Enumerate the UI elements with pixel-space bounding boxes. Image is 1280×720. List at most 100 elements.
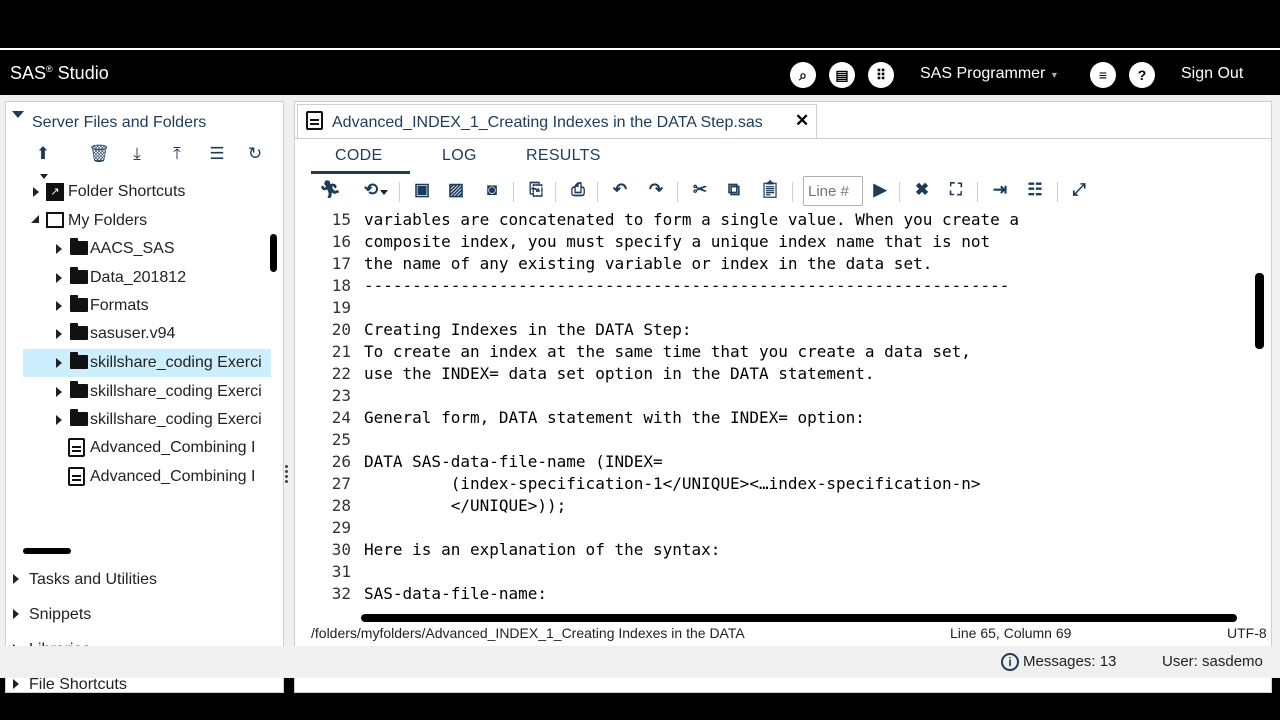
tree-node-file[interactable]: Advanced_Combining I — [6, 434, 271, 462]
expand-icon[interactable] — [56, 301, 62, 311]
line-number: 15 — [331, 210, 351, 229]
save-options-icon[interactable]: ◙ — [481, 180, 503, 202]
save-as-icon[interactable]: ▨ — [445, 180, 467, 202]
tab-log[interactable]: LOG — [442, 147, 477, 165]
toolbar-separator — [513, 182, 514, 202]
perspective-menu[interactable]: SAS Programmer ▼ — [920, 65, 1059, 83]
collapse-icon[interactable] — [31, 215, 39, 223]
tab-results[interactable]: RESULTS — [526, 147, 601, 165]
status-footer: i Messages: 13 User: sasdemo — [0, 646, 1280, 678]
tab-code[interactable]: CODE — [335, 147, 382, 165]
redo-icon[interactable]: ↷ — [645, 180, 667, 202]
expand-icon[interactable] — [56, 415, 62, 425]
tree-node-folder-selected[interactable]: skillshare_coding Exerci — [23, 349, 271, 377]
section-label: Snippets — [29, 606, 92, 623]
brand-name: SAS — [10, 63, 47, 83]
history-icon[interactable]: ⟲ — [359, 180, 393, 202]
tree-node-folder[interactable]: skillshare_coding Exerci — [6, 378, 271, 406]
save-icon[interactable]: ▣ — [411, 180, 433, 202]
folder-icon — [70, 267, 88, 284]
tree-node-file[interactable]: Advanced_Combining I — [6, 463, 271, 491]
tree-vertical-scrollbar[interactable] — [270, 234, 277, 272]
code-text: SAS-data-file-name: — [364, 584, 548, 603]
export-icon[interactable]: ⎘ — [525, 180, 547, 202]
format-code-icon[interactable]: ☷ — [1024, 180, 1046, 202]
tree-node-folder[interactable]: AACS_SAS — [6, 235, 271, 263]
program-tab[interactable]: Advanced_INDEX_1_Creating Indexes in the… — [297, 104, 817, 138]
go-to-line-icon[interactable]: ▶ — [869, 180, 891, 202]
code-text: ----------------------------------------… — [364, 276, 1010, 295]
open-icon[interactable]: ▤ — [829, 62, 855, 88]
line-number-input[interactable] — [803, 176, 863, 206]
tree-node-folder[interactable]: Data_201812 — [6, 264, 271, 292]
section-snippets[interactable]: Snippets — [13, 606, 91, 624]
maximize-icon[interactable]: ⤢ — [1068, 180, 1090, 202]
folder-icon — [70, 409, 88, 426]
cut-icon[interactable]: ✂ — [689, 180, 711, 202]
toolbar-separator — [1057, 182, 1058, 202]
code-editor[interactable]: 15 variables are concatenated to form a s… — [295, 210, 1255, 608]
delete-icon[interactable]: 🗑 — [88, 144, 110, 166]
search-icon[interactable]: ⌕ — [790, 62, 816, 88]
new-item-icon[interactable]: ⬆︎ — [32, 144, 54, 179]
toolbar-separator — [597, 182, 598, 202]
tree-horizontal-scrollbar[interactable] — [23, 548, 71, 554]
tree-node-label: Advanced_Combining I — [90, 468, 256, 485]
close-icon[interactable]: ✕ — [795, 111, 809, 131]
tree-node-my-folders[interactable]: My Folders — [6, 207, 271, 235]
insert-snippet-icon[interactable]: ⇥ — [989, 180, 1011, 202]
upload-icon[interactable]: ⤒ — [166, 144, 188, 166]
expand-icon[interactable] — [56, 329, 62, 339]
code-text: variables are concatenated to form a sin… — [364, 210, 1020, 229]
expand-icon[interactable] — [56, 358, 62, 368]
code-line: 27 (index-specification-1</UNIQUE><…inde… — [295, 474, 1255, 496]
refresh-icon[interactable]: ↻ — [244, 144, 266, 166]
expand-icon[interactable] — [56, 244, 62, 254]
expand-icon[interactable] — [56, 273, 62, 283]
collapse-icon — [12, 111, 24, 118]
chevron-down-icon — [380, 190, 389, 195]
sign-out-link[interactable]: Sign Out — [1181, 65, 1243, 83]
undo-icon[interactable]: ↶ — [609, 180, 631, 202]
code-line: 23 — [295, 386, 1255, 408]
expand-icon[interactable] — [56, 387, 62, 397]
code-line: 17 the name of any existing variable or i… — [295, 254, 1255, 276]
tab-divider — [295, 138, 1271, 139]
server-files-header[interactable]: Server Files and Folders — [6, 106, 283, 136]
run-icon[interactable]: 🏃︎ — [319, 180, 341, 202]
properties-icon[interactable]: ☰ — [206, 144, 228, 166]
tree-node-folder[interactable]: Formats — [6, 292, 271, 320]
copy-icon[interactable]: ⧉ — [723, 180, 745, 202]
code-text: To create an index at the same time that… — [364, 342, 971, 361]
line-number: 18 — [331, 276, 351, 295]
paste-icon[interactable]: 📋︎ — [759, 180, 781, 202]
line-number: 26 — [331, 452, 351, 471]
tree-node-label: skillshare_coding Exerci — [90, 354, 262, 371]
folder-icon — [70, 323, 88, 340]
editor-horizontal-scrollbar[interactable] — [361, 614, 1237, 622]
download-icon[interactable]: ⤓ — [126, 144, 148, 166]
line-number: 27 — [331, 474, 351, 493]
tree-node-label: My Folders — [68, 212, 148, 229]
tree-node-folder[interactable]: skillshare_coding Exerci — [6, 406, 271, 434]
menu-icon[interactable]: ≡ — [1090, 62, 1116, 88]
toolbar-separator — [899, 182, 900, 202]
messages-count[interactable]: Messages: 13 — [1023, 653, 1116, 670]
code-line: 25 — [295, 430, 1255, 452]
pane-splitter[interactable] — [285, 465, 289, 487]
section-tasks-and-utilities[interactable]: Tasks and Utilities — [13, 571, 157, 589]
tree-node-folder-shortcuts[interactable]: ↗ Folder Shortcuts — [6, 178, 271, 206]
code-line: 19 — [295, 298, 1255, 320]
apps-grid-icon[interactable]: ⠿ — [868, 62, 894, 88]
help-icon[interactable]: ? — [1129, 62, 1155, 88]
print-icon[interactable]: ⎙ — [567, 180, 589, 202]
section-file-shortcuts[interactable]: File Shortcuts — [13, 676, 127, 694]
expand-icon[interactable] — [33, 187, 39, 197]
info-icon[interactable]: i — [1001, 653, 1019, 671]
tree-node-folder[interactable]: sasuser.v94 — [6, 320, 271, 348]
find-icon[interactable]: ⛶ — [945, 180, 967, 202]
code-line: 32 SAS-data-file-name: — [295, 584, 1255, 606]
sas-program-icon — [306, 111, 323, 130]
editor-vertical-scrollbar[interactable] — [1255, 273, 1264, 349]
clear-code-icon[interactable]: ✖ — [911, 180, 933, 202]
